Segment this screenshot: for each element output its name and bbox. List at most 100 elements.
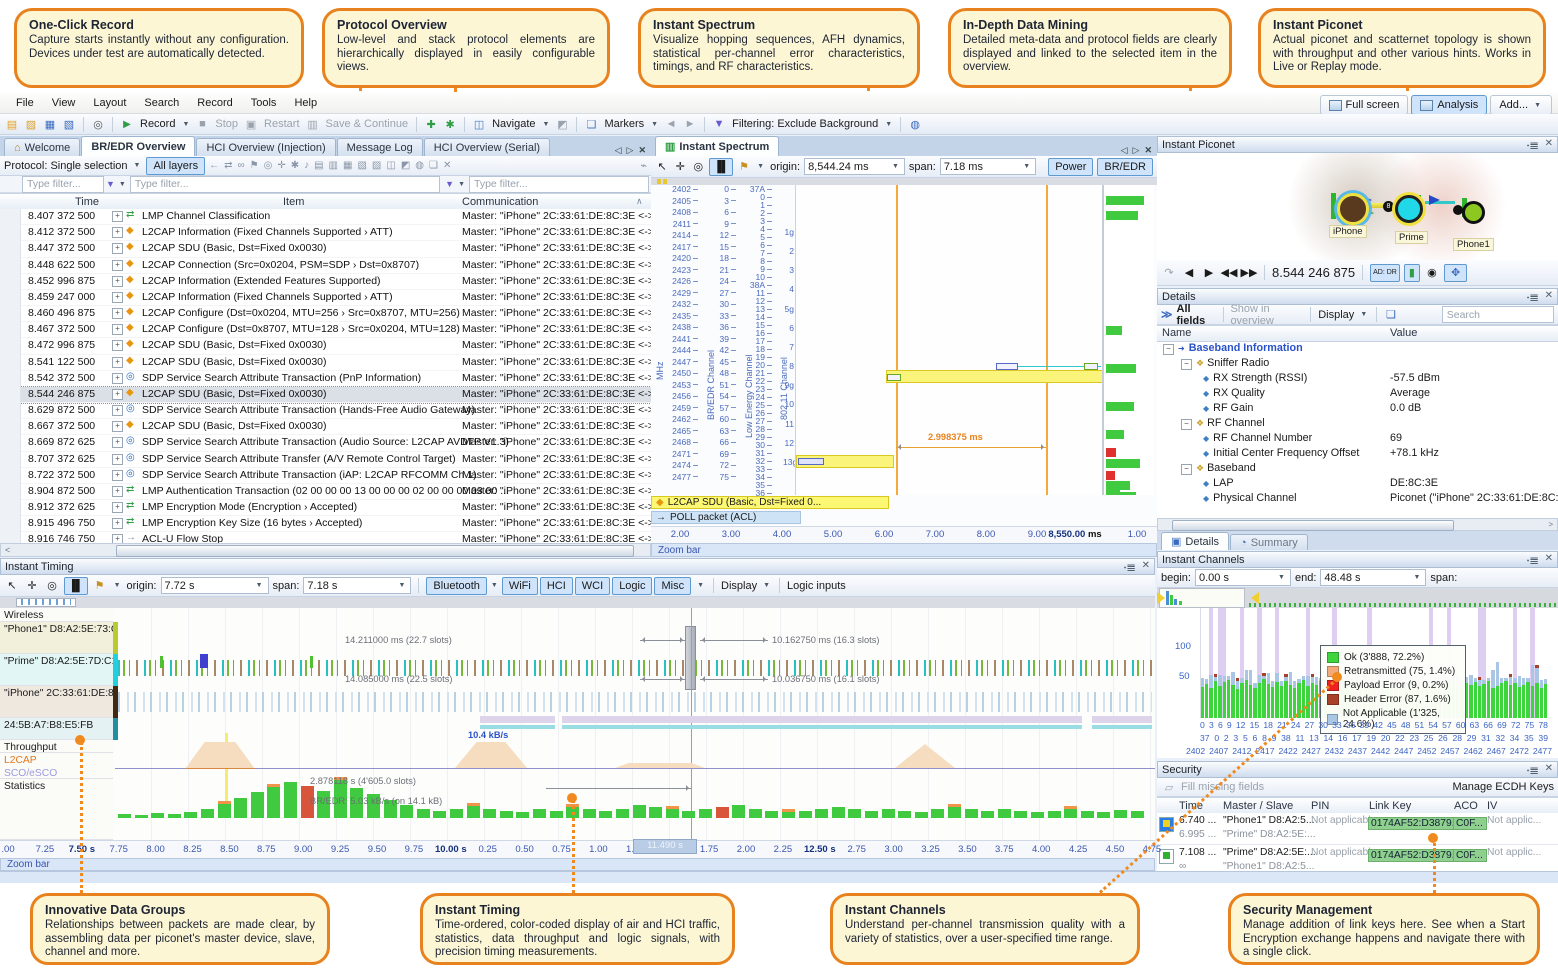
device-node-iphone[interactable] — [1337, 193, 1369, 225]
communication-filter-input[interactable]: Type filter... — [469, 175, 649, 193]
toolbar-icon[interactable]: ◩ — [401, 160, 410, 171]
time-filter-input[interactable]: Type filter... — [22, 175, 104, 193]
toggle-misc[interactable]: Misc — [654, 576, 692, 595]
expand-icon[interactable]: + — [112, 211, 123, 222]
reset-marker-icon[interactable]: ✱ — [442, 117, 458, 132]
table-row[interactable]: 8.669 872 625 + ◎ SDP Service Search Attrib… — [20, 435, 651, 452]
item-filter-input[interactable]: Type filter... — [129, 175, 440, 193]
next-marker-icon[interactable]: ► — [682, 117, 698, 132]
table-row[interactable]: 8.904 872 500 + ⇄ LMP Authentication Transa… — [20, 484, 651, 501]
close-tab-icon[interactable]: ✕ — [1144, 145, 1152, 156]
column-header-value[interactable]: Value — [1390, 327, 1417, 339]
table-row[interactable]: 8.452 996 875 + ◆ L2CAP Information (Extend… — [20, 274, 651, 290]
expand-icon[interactable]: + — [112, 453, 123, 465]
navigate-icon[interactable]: ◫ — [471, 117, 487, 132]
timing-chart-area[interactable]: Wireless "Phone1" D8:A2:5E:73:C... "Prim… — [0, 608, 1155, 840]
column-header-item[interactable]: Item — [283, 196, 304, 208]
jump-back-icon[interactable]: ◀◀ — [1221, 265, 1238, 280]
pin-icon[interactable]: ꞏ𝌆 — [1527, 138, 1539, 152]
funnel-icon[interactable]: ▼ — [445, 179, 454, 189]
end-combo[interactable]: 48.48 s ▼ — [1320, 569, 1427, 586]
tree-root-baseband-information[interactable]: − ➜ Baseband Information — [1157, 342, 1558, 357]
expand-icon[interactable]: + — [112, 518, 123, 530]
pin-icon[interactable]: ꞏ𝌆 — [1527, 763, 1539, 777]
packet-glyph[interactable] — [887, 374, 901, 381]
copy-icon[interactable]: ❏ — [1384, 307, 1398, 322]
toolbar-icon[interactable]: ✱ — [291, 160, 299, 171]
toggle-wci[interactable]: WCI — [574, 576, 611, 595]
logic-inputs-button[interactable]: Logic inputs — [787, 580, 846, 592]
chevron-down-icon[interactable]: ▼ — [132, 162, 143, 169]
row-label-iphone[interactable]: "iPhone" 2C:33:61:DE:8... — [0, 686, 113, 718]
jump-forward-icon[interactable]: ▶▶ — [1241, 265, 1258, 280]
row-label-l2cap[interactable]: L2CAP — [0, 753, 113, 766]
tab-scroll-left-icon[interactable]: ◁ — [615, 145, 622, 156]
toolbar-icon[interactable]: ▧ — [357, 160, 366, 171]
visibility-icon[interactable]: ◉ — [1424, 265, 1440, 280]
expand-icon[interactable]: + — [112, 372, 123, 384]
save-continue-icon[interactable]: ▥ — [305, 117, 321, 132]
spectrum-legend-poll[interactable]: → POLL packet (ACL) — [651, 511, 801, 524]
navigate-button[interactable]: Navigate — [490, 118, 537, 130]
tree-group-sniffer-radio[interactable]: − ❖ Sniffer Radio — [1157, 357, 1558, 372]
collapse-all-icon[interactable]: ≫ — [1161, 308, 1173, 321]
toolbar-icon[interactable]: ∞ — [237, 160, 244, 171]
scroll-thumb[interactable] — [116, 545, 634, 557]
chevron-down-icon[interactable]: ▼ — [112, 582, 123, 589]
expand-icon[interactable]: + — [112, 243, 123, 255]
filtering-button[interactable]: Filtering: Exclude Background — [730, 118, 880, 130]
tab-scroll-right-icon[interactable]: ▷ — [627, 145, 634, 156]
scroll-right-icon[interactable]: > — [1548, 520, 1553, 529]
marker-tool-icon[interactable]: ⚑ — [737, 159, 751, 174]
table-row[interactable]: 8.459 247 000 + ◆ L2CAP Information (Fixed … — [20, 290, 651, 307]
toolbar-icon[interactable]: ▤ — [314, 160, 323, 171]
globe-icon[interactable]: ◍ — [907, 117, 923, 132]
packet-band-prime[interactable] — [118, 660, 1152, 676]
field-physical-channel[interactable]: ◆ Physical Channel Piconet ("iPhone" 2C:33… — [1157, 492, 1558, 507]
expand-icon[interactable]: + — [112, 227, 123, 239]
funnel-dropdown-icon[interactable]: ▼ — [456, 181, 467, 188]
save-continue-button[interactable]: Save & Continue — [324, 118, 411, 130]
tab-scroll-right-icon[interactable]: ▷ — [1133, 145, 1140, 156]
close-icon[interactable]: ✕ — [1545, 553, 1553, 567]
table-row[interactable]: 8.915 496 750 + ⇄ LMP Encryption Key Size (… — [20, 516, 651, 533]
chevron-down-icon[interactable]: ▼ — [761, 582, 772, 589]
table-row[interactable]: 8.541 122 500 + ◆ L2CAP SDU (Basic, Dst=Fix… — [20, 355, 651, 371]
new-file-icon[interactable]: ▤ — [4, 117, 20, 132]
table-row[interactable]: 8.707 372 625 + ◎ SDP Service Search Attrib… — [20, 452, 651, 468]
menu-help[interactable]: Help — [286, 95, 325, 111]
column-header-aco[interactable]: ACO — [1454, 800, 1478, 812]
cursor-tool-icon[interactable]: ↖ — [4, 578, 20, 593]
column-header-communication[interactable]: Communication — [462, 196, 538, 208]
field-rf-gain[interactable]: ◆ RF Gain 0.0 dB — [1157, 402, 1558, 417]
menu-layout[interactable]: Layout — [85, 95, 134, 111]
power-toggle-button[interactable]: Power — [1048, 157, 1094, 176]
markers-dropdown-icon[interactable]: ▼ — [649, 121, 660, 128]
table-row[interactable]: 8.912 372 625 + ⇄ LMP Encryption Mode (Encr… — [20, 500, 651, 517]
restart-icon[interactable]: ▣ — [243, 117, 259, 132]
scroll-thumb[interactable] — [1172, 520, 1454, 531]
toggle-logic[interactable]: Logic — [612, 576, 653, 595]
pin-icon[interactable]: ꞏ𝌆 — [1527, 290, 1539, 304]
expand-icon[interactable]: + — [112, 469, 123, 481]
expand-icon[interactable]: + — [112, 340, 123, 352]
tree-group-rf-channel[interactable]: − ❖ RF Channel — [1157, 417, 1558, 432]
table-row[interactable]: 8.467 372 500 + ◆ L2CAP Configure (Dst=0x87… — [20, 322, 651, 339]
filtering-dropdown-icon[interactable]: ▼ — [883, 121, 894, 128]
pan-tool-icon[interactable]: ✛ — [673, 159, 687, 174]
begin-combo[interactable]: 0.00 s ▼ — [1194, 569, 1291, 586]
column-header-name[interactable]: Name — [1162, 327, 1191, 339]
split-view-button[interactable]: ▐▌ — [64, 576, 88, 595]
step-first-icon[interactable]: ◀ — [1181, 265, 1197, 280]
field-rx-strength-rssi-[interactable]: ◆ RX Strength (RSSI) -57.5 dBm — [1157, 372, 1558, 387]
display-dropdown[interactable]: Display — [721, 580, 757, 592]
expand-icon[interactable]: + — [112, 275, 123, 287]
funnel-dropdown-icon[interactable]: ▼ — [117, 181, 128, 188]
filtering-icon[interactable]: ▼ — [711, 117, 727, 132]
restart-button[interactable]: Restart — [262, 118, 301, 130]
show-in-overview-button[interactable]: Show in overview — [1230, 303, 1303, 327]
zoom-tool-icon[interactable]: ◎ — [691, 159, 705, 174]
table-row[interactable]: 8.722 372 500 + ◎ SDP Service Search Attrib… — [20, 468, 651, 484]
row-label-sco[interactable]: SCO/eSCO — [0, 766, 113, 779]
span-combo[interactable]: 7.18 s ▼ — [303, 577, 412, 594]
